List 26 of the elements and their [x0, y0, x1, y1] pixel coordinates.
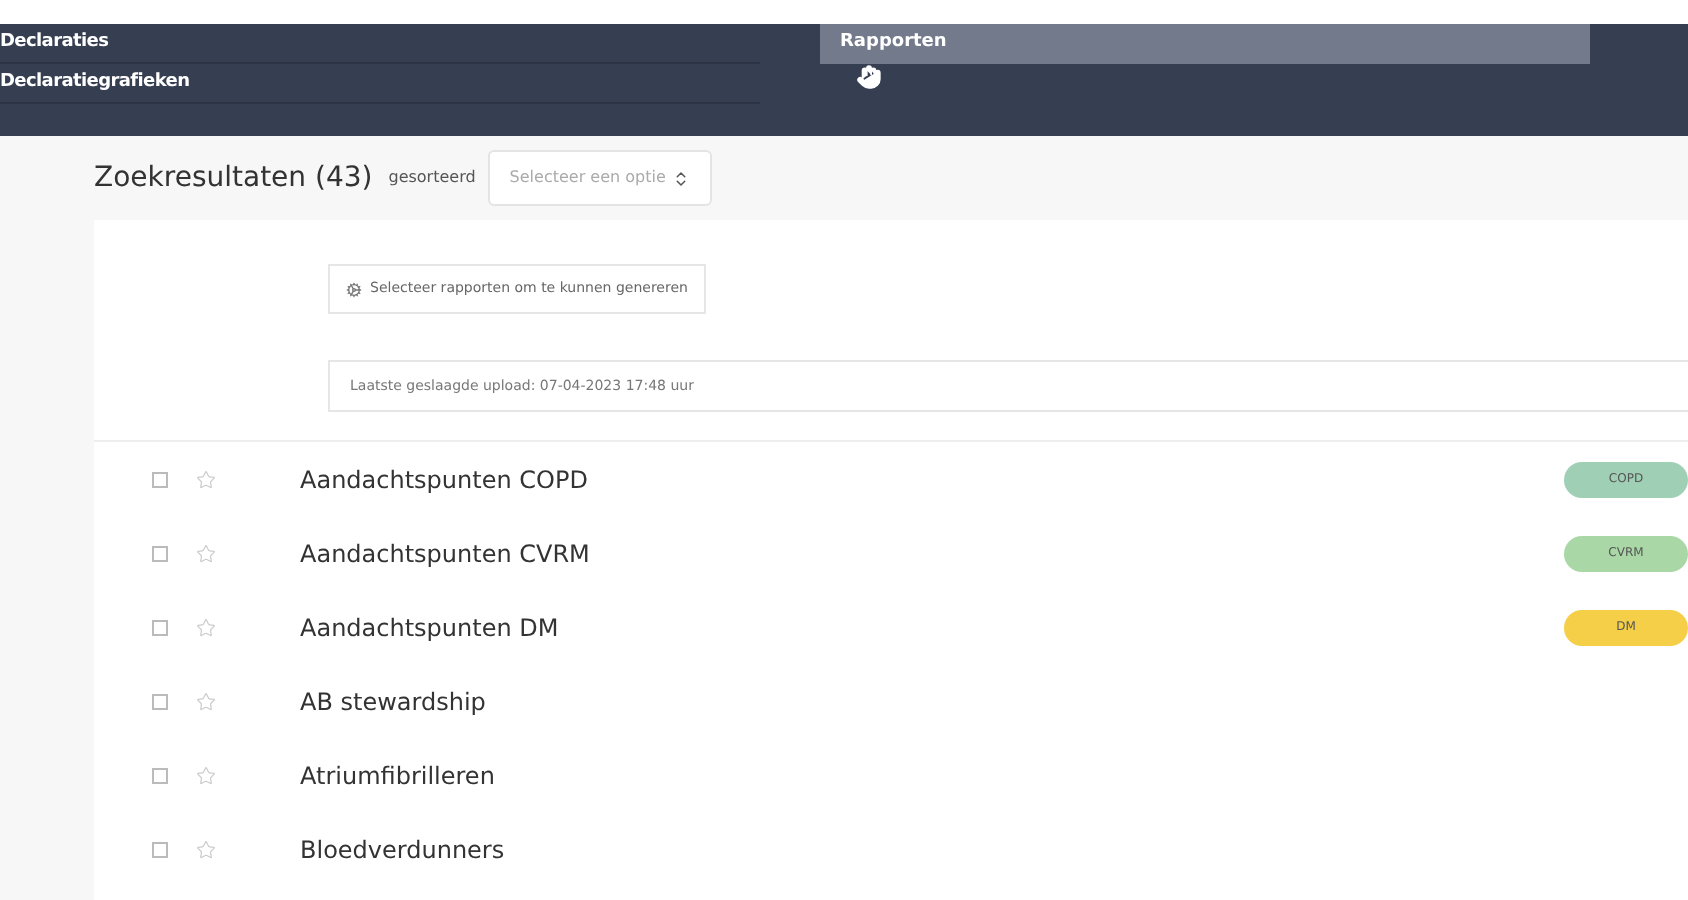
report-name[interactable]: Bloedverdunners [300, 831, 505, 867]
star-icon[interactable] [196, 543, 216, 563]
report-name[interactable]: Aandachtspunten CVRM [300, 535, 590, 571]
gears-icon [346, 281, 362, 297]
updown-icon [671, 169, 690, 187]
results-title: Zoekresultaten (43) [94, 159, 373, 197]
report-name[interactable]: AB stewardship [300, 683, 486, 719]
nav-item[interactable]: Declaratiegrafieken [0, 64, 760, 104]
checkbox[interactable] [152, 545, 168, 561]
star-icon[interactable] [196, 691, 216, 711]
report-name[interactable]: Aandachtspunten DM [300, 609, 559, 645]
star-icon[interactable] [196, 765, 216, 785]
checkbox[interactable] [152, 767, 168, 783]
report-name[interactable]: Atriumfibrilleren [300, 757, 495, 793]
star-icon[interactable] [196, 617, 216, 637]
checkbox[interactable] [152, 471, 168, 487]
report-name[interactable]: Aandachtspunten COPD [300, 461, 588, 497]
star-icon[interactable] [196, 839, 216, 859]
checkbox[interactable] [152, 841, 168, 857]
checkbox[interactable] [152, 619, 168, 635]
hand-cursor-icon [856, 64, 882, 90]
nav-item[interactable]: Declaraties [0, 24, 760, 64]
checkbox[interactable] [152, 693, 168, 709]
star-icon[interactable] [196, 469, 216, 489]
sort-label: gesorteerd [388, 166, 476, 190]
submenu-item[interactable]: Rapporten [820, 24, 1590, 64]
